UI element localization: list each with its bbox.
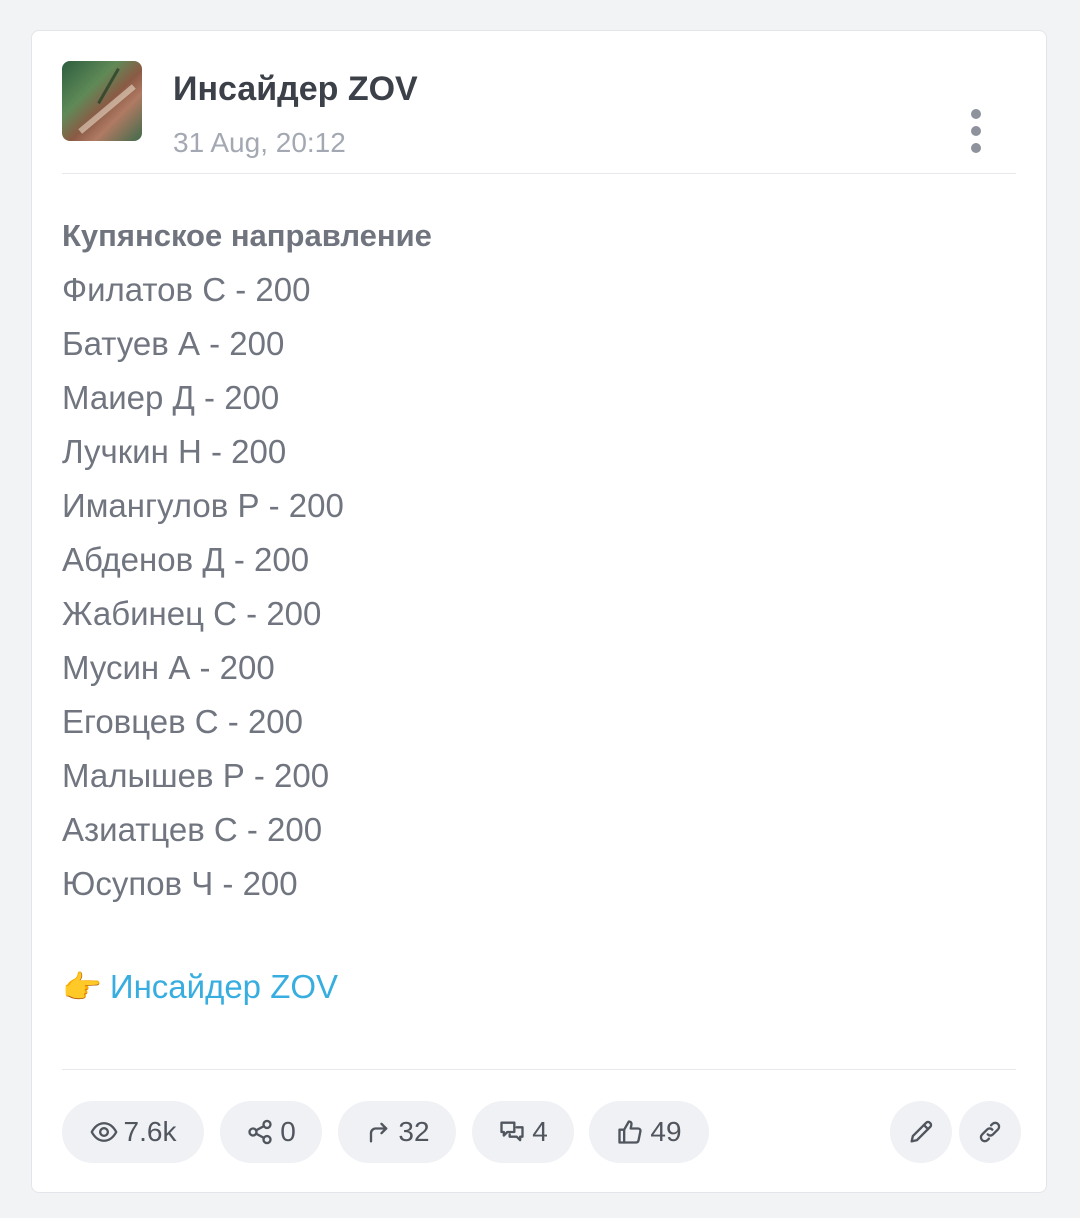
pencil-icon bbox=[910, 1120, 933, 1143]
forwards-counter[interactable]: 32 bbox=[338, 1101, 456, 1163]
post-body: Купянское направление Филатов С - 200 Ба… bbox=[62, 209, 1016, 911]
forwards-count: 32 bbox=[398, 1116, 430, 1147]
list-item: Жабинец С - 200 bbox=[62, 595, 322, 632]
share-icon bbox=[248, 1119, 272, 1145]
eye-icon bbox=[90, 1122, 117, 1142]
comments-counter[interactable]: 4 bbox=[472, 1101, 574, 1163]
post-section-title: Купянское направление bbox=[62, 218, 432, 253]
signature-channel-link[interactable]: Инсайдер ZOV bbox=[110, 968, 338, 1005]
post-header: Инсайдер ZOV 31 Aug, 20:12 bbox=[62, 61, 1016, 174]
post-card: Инсайдер ZOV 31 Aug, 20:12 Купянское нап… bbox=[31, 30, 1047, 1193]
list-item: Юсупов Ч - 200 bbox=[62, 865, 298, 902]
more-vertical-icon[interactable] bbox=[956, 109, 996, 153]
reactions-count: 49 bbox=[650, 1116, 682, 1147]
comments-count: 4 bbox=[532, 1116, 548, 1147]
list-item: Мусин А - 200 bbox=[62, 649, 275, 686]
shares-counter[interactable]: 0 bbox=[220, 1101, 322, 1163]
views-counter[interactable]: 7.6k bbox=[62, 1101, 204, 1163]
link-icon bbox=[979, 1121, 1001, 1143]
list-item: Малышев Р - 200 bbox=[62, 757, 330, 794]
list-item: Имангулов Р - 200 bbox=[62, 487, 344, 524]
thumbs-up-icon bbox=[618, 1120, 643, 1144]
reactions-counter[interactable]: 49 bbox=[589, 1101, 709, 1163]
list-item: Еговцев С - 200 bbox=[62, 703, 304, 740]
list-item: Абденов Д - 200 bbox=[62, 541, 310, 578]
list-item: Лучкин Н - 200 bbox=[62, 433, 287, 470]
list-item: Филатов С - 200 bbox=[62, 271, 311, 308]
comments-icon bbox=[500, 1121, 524, 1142]
edit-button[interactable] bbox=[890, 1101, 952, 1163]
shares-count: 0 bbox=[280, 1116, 296, 1147]
post-signature: 👉 Инсайдер ZOV bbox=[62, 959, 338, 1015]
channel-avatar[interactable] bbox=[62, 61, 142, 141]
list-item: Маиер Д - 200 bbox=[62, 379, 280, 416]
copy-link-button[interactable] bbox=[959, 1101, 1021, 1163]
list-item: Батуев А - 200 bbox=[62, 325, 285, 362]
views-count: 7.6k bbox=[123, 1116, 177, 1147]
channel-name[interactable]: Инсайдер ZOV bbox=[173, 69, 418, 109]
post-time: 31 Aug, 20:12 bbox=[173, 127, 346, 158]
forward-arrow-icon bbox=[370, 1122, 388, 1143]
footer-divider bbox=[62, 1069, 1016, 1070]
pointing-hand-icon: 👉 bbox=[62, 969, 102, 1005]
list-item: Азиатцев С - 200 bbox=[62, 811, 323, 848]
